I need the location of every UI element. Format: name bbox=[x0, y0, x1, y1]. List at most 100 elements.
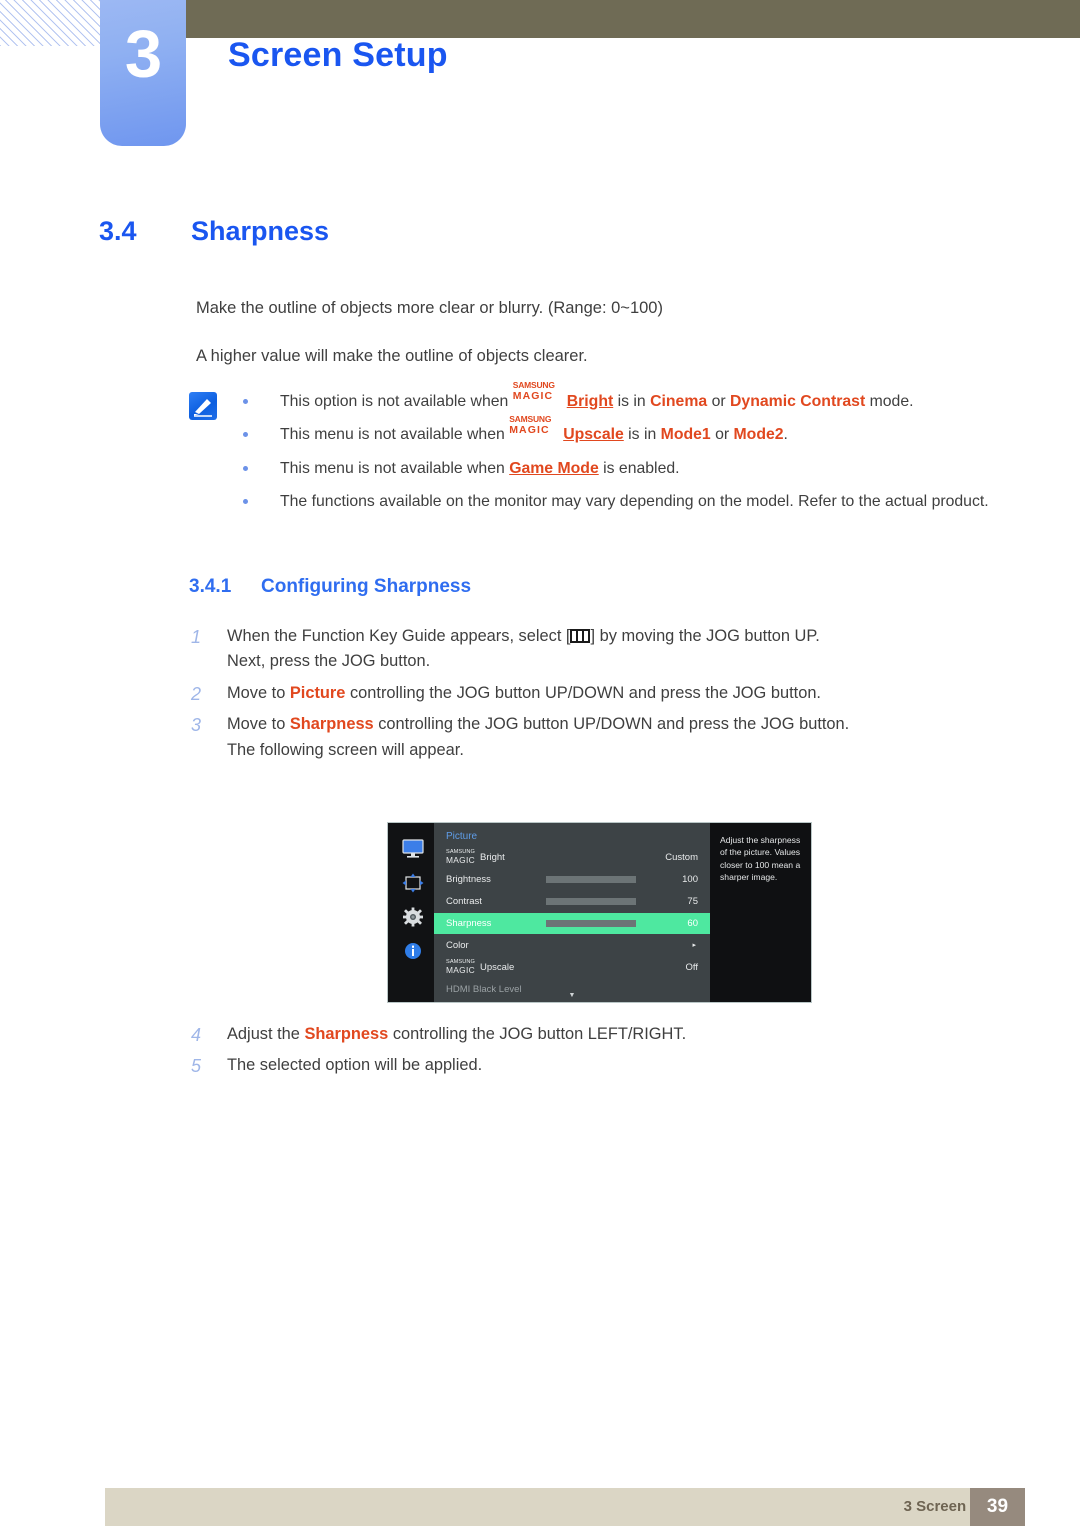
osd-row-color[interactable]: Color ▸ bbox=[434, 935, 710, 956]
magic-sub: MAGIC bbox=[512, 390, 554, 403]
decorative-hatch-pattern bbox=[0, 0, 104, 46]
note-magic-word: Upscale bbox=[563, 426, 624, 444]
samsung-magic-logo: SAMSUNG MAGIC bbox=[509, 415, 563, 440]
section-heading: 3.4 Sharpness bbox=[99, 216, 329, 247]
osd-row-label: Upscale bbox=[480, 962, 515, 973]
osd-row-sharpness-selected[interactable]: Sharpness 60 bbox=[434, 913, 710, 934]
osd-slider-brightness[interactable] bbox=[546, 876, 636, 883]
note-text-mid: is in bbox=[613, 393, 651, 410]
osd-row-label: Bright bbox=[480, 852, 505, 863]
osd-description-panel: Adjust the sharpness of the picture. Val… bbox=[710, 823, 811, 1002]
info-icon bbox=[402, 941, 424, 961]
osd-row-value: Off bbox=[685, 962, 699, 973]
step-line: The selected option will be applied. bbox=[227, 1056, 483, 1075]
step-line: Move to Picture controlling the JOG butt… bbox=[227, 681, 989, 706]
note-text-pre: This menu is not available when bbox=[280, 459, 510, 477]
step-line-2: Next, press the JOG button. bbox=[227, 652, 431, 671]
note-conj: or bbox=[707, 393, 731, 410]
step-5: 5 The selected option will be applied. bbox=[189, 1053, 989, 1078]
steps-list-top: 1 When the Function Key Guide appears, s… bbox=[189, 624, 989, 769]
note-text: The functions available on the monitor m… bbox=[280, 493, 989, 511]
note-text-post: mode. bbox=[865, 393, 914, 410]
osd-screenshot: Picture SAMSUNG MAGIC Bright Custom Brig… bbox=[387, 822, 812, 1003]
step-4: 4 Adjust the Sharpness controlling the J… bbox=[189, 1022, 989, 1047]
step-line: Adjust the Sharpness controlling the JOG… bbox=[227, 1022, 989, 1047]
steps-list-bottom: 4 Adjust the Sharpness controlling the J… bbox=[189, 1022, 989, 1085]
step-line: Move to Sharpness controlling the JOG bu… bbox=[227, 712, 989, 737]
step-text-post: controlling the JOG button UP/DOWN and p… bbox=[373, 715, 850, 734]
monitor-icon bbox=[402, 839, 424, 859]
intro-paragraph-2: A higher value will make the outline of … bbox=[196, 347, 588, 365]
note-text-pre: This menu is not available when bbox=[280, 426, 510, 444]
osd-row-label: Sharpness bbox=[446, 918, 492, 929]
bullet-icon bbox=[243, 499, 248, 505]
note-text-pre: This option is not available when bbox=[280, 393, 513, 410]
section-number: 3.4 bbox=[99, 216, 137, 246]
footer-bar bbox=[105, 1488, 1025, 1526]
chevron-down-icon[interactable]: ▼ bbox=[434, 992, 710, 999]
osd-row-contrast[interactable]: Contrast 75 bbox=[434, 891, 710, 912]
step-3: 3 Move to Sharpness controlling the JOG … bbox=[189, 712, 989, 763]
note-option-1: Mode1 bbox=[660, 426, 711, 444]
step-2: 2 Move to Picture controlling the JOG bu… bbox=[189, 681, 989, 706]
note-conj: or bbox=[710, 426, 734, 444]
step-1: 1 When the Function Key Guide appears, s… bbox=[189, 624, 989, 675]
dpad-icon bbox=[402, 873, 424, 893]
step-number: 3 bbox=[191, 715, 202, 736]
section-title: Sharpness bbox=[191, 216, 330, 246]
notes-list: This option is not available when SAMSUN… bbox=[240, 381, 1000, 524]
subsection-title: Configuring Sharpness bbox=[261, 576, 472, 597]
step-number: 4 bbox=[191, 1025, 202, 1045]
osd-row-value: Custom bbox=[665, 852, 698, 863]
chapter-number: 3 bbox=[100, 0, 186, 146]
samsung-magic-logo: SAMSUNG MAGIC bbox=[512, 381, 567, 406]
step-text-post: ] by moving the JOG button UP. bbox=[590, 627, 820, 645]
gear-icon bbox=[402, 907, 424, 927]
subsection-number: 3.4.1 bbox=[189, 576, 232, 597]
intro-paragraph-1: Make the outline of objects more clear o… bbox=[196, 299, 663, 317]
osd-row-value: 75 bbox=[687, 896, 698, 907]
note-option-2: Mode2 bbox=[733, 426, 784, 444]
step-text-pre: Move to bbox=[227, 683, 290, 702]
bullet-icon bbox=[243, 465, 248, 471]
menu-key-icon bbox=[570, 629, 591, 643]
bullet-icon bbox=[243, 399, 248, 404]
osd-row-label: Color bbox=[446, 940, 469, 951]
chapter-header-bar bbox=[104, 0, 1080, 38]
note-item: This option is not available when SAMSUN… bbox=[240, 381, 1000, 414]
osd-row-brightness[interactable]: Brightness 100 bbox=[434, 869, 710, 890]
osd-row-magicupscale[interactable]: SAMSUNG MAGIC Upscale Off bbox=[434, 957, 710, 978]
osd-menu-title: Picture bbox=[446, 831, 478, 842]
magic-sup: SAMSUNG bbox=[509, 413, 552, 424]
step-line: When the Function Key Guide appears, sel… bbox=[227, 624, 989, 649]
step-number: 5 bbox=[191, 1056, 202, 1077]
note-item: The functions available on the monitor m… bbox=[240, 490, 1015, 514]
note-pen-icon bbox=[189, 392, 217, 420]
page-number: 39 bbox=[970, 1488, 1025, 1526]
bullet-icon bbox=[243, 432, 248, 438]
step-text-pre: Adjust the bbox=[227, 1025, 305, 1043]
osd-slider-contrast[interactable] bbox=[546, 898, 636, 905]
step-highlight: Picture bbox=[289, 683, 346, 702]
magic-sub: MAGIC bbox=[446, 855, 475, 865]
note-option-2: Dynamic Contrast bbox=[730, 393, 866, 410]
step-line-2: The following screen will appear. bbox=[227, 740, 464, 759]
note-item: This menu is not available when Game Mod… bbox=[240, 457, 1000, 481]
osd-row-value: 60 bbox=[687, 918, 698, 929]
note-link-game-mode[interactable]: Game Mode bbox=[509, 460, 599, 477]
chevron-right-icon: ▸ bbox=[692, 942, 696, 949]
step-highlight: Sharpness bbox=[304, 1025, 389, 1043]
osd-row-label: Contrast bbox=[446, 896, 482, 907]
chapter-title: Screen Setup bbox=[228, 36, 448, 74]
osd-row-magicbright[interactable]: SAMSUNG MAGIC Bright Custom bbox=[434, 847, 710, 868]
step-text-post: controlling the JOG button UP/DOWN and p… bbox=[345, 683, 821, 702]
step-number: 2 bbox=[191, 683, 202, 704]
note-magic-word: Bright bbox=[566, 393, 614, 410]
osd-slider-sharpness[interactable] bbox=[546, 920, 636, 927]
osd-icon-rail bbox=[388, 823, 434, 1002]
magic-sup: SAMSUNG bbox=[512, 380, 555, 391]
note-text-post: . bbox=[783, 426, 788, 444]
step-number: 1 bbox=[191, 627, 202, 647]
note-text-post: is enabled. bbox=[598, 459, 680, 477]
osd-row-value: 100 bbox=[682, 874, 698, 885]
